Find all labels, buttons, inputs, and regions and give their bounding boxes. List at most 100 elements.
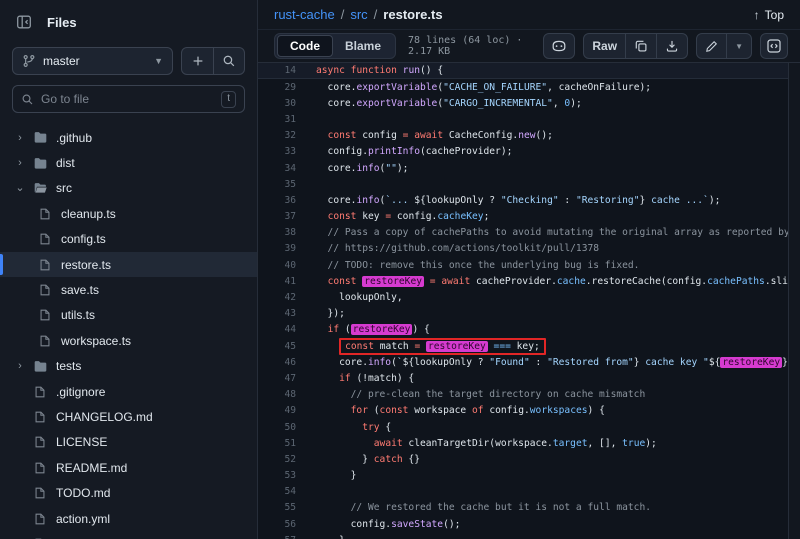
code-token: function (351, 65, 397, 76)
top-label: Top (765, 8, 784, 22)
search-tree-button[interactable] (213, 48, 244, 74)
tree-file-config-ts[interactable]: config.ts (0, 227, 257, 252)
highlighted-symbol[interactable]: restoreKey (362, 276, 424, 287)
tree-file-package-lock-json[interactable]: package-lock.json (0, 531, 257, 539)
code-token: core. (316, 98, 356, 109)
line-number[interactable]: 39 (258, 243, 304, 254)
download-button[interactable] (656, 34, 687, 58)
line-number[interactable]: 42 (258, 292, 304, 303)
tree-folder-src[interactable]: ⌄src (0, 176, 257, 201)
chevron-right-icon[interactable]: › (14, 133, 26, 143)
tree-folder--github[interactable]: ›.github (0, 125, 257, 150)
raw-copy-download-group: Raw (583, 33, 688, 59)
pencil-icon (705, 40, 718, 53)
code-token: } (782, 357, 788, 368)
symbols-icon (766, 38, 782, 54)
tree-file-todo-md[interactable]: TODO.md (0, 480, 257, 505)
edit-dropdown-button[interactable]: ▼ (726, 34, 751, 58)
chevron-right-icon[interactable]: › (14, 361, 26, 371)
line-number[interactable]: 30 (258, 98, 304, 109)
tab-blame[interactable]: Blame (333, 35, 393, 57)
breadcrumb-item-src[interactable]: src (350, 7, 367, 22)
line-number[interactable]: 44 (258, 324, 304, 335)
sticky-context-line: 14async function run() { (258, 63, 788, 79)
breadcrumb-item-rust-cache[interactable]: rust-cache (274, 7, 335, 22)
line-number[interactable]: 34 (258, 163, 304, 174)
line-number[interactable]: 40 (258, 260, 304, 271)
code-line-content: core.exportVariable("CARGO_INCREMENTAL",… (316, 98, 582, 109)
add-file-button[interactable] (182, 48, 213, 74)
line-number[interactable]: 38 (258, 227, 304, 238)
line-number[interactable]: 57 (258, 535, 304, 539)
code-token: new (518, 130, 535, 141)
code-token: config. (484, 405, 530, 416)
line-number[interactable]: 43 (258, 308, 304, 319)
code-token: CacheConfig. (443, 130, 518, 141)
line-number[interactable]: 31 (258, 114, 304, 125)
edit-file-button[interactable] (697, 34, 726, 58)
code-token: ) { (412, 324, 429, 335)
code-token: target (553, 438, 588, 449)
code-blame-tabs: CodeBlame (274, 33, 396, 59)
line-number[interactable]: 50 (258, 422, 304, 433)
code-token: } (316, 470, 356, 481)
line-number[interactable]: 33 (258, 146, 304, 157)
line-number[interactable]: 41 (258, 276, 304, 287)
line-number[interactable]: 56 (258, 519, 304, 530)
highlighted-symbol[interactable]: restoreKey (720, 357, 782, 368)
line-number[interactable]: 48 (258, 389, 304, 400)
tree-file-license[interactable]: LICENSE (0, 430, 257, 455)
code-token: (cacheProvider); (420, 146, 512, 157)
highlighted-symbol[interactable]: restoreKey (351, 324, 413, 335)
tree-folder-tests[interactable]: ›tests (0, 354, 257, 379)
line-number[interactable]: 52 (258, 454, 304, 465)
branch-row: master ▼ (0, 43, 257, 75)
line-number[interactable]: 32 (258, 130, 304, 141)
raw-button[interactable]: Raw (584, 34, 625, 58)
download-icon (665, 39, 679, 53)
line-number[interactable]: 45 (258, 341, 304, 352)
code-token (316, 211, 328, 222)
tree-file-restore-ts[interactable]: restore.ts (0, 252, 257, 277)
code-lines: 29 core.exportVariable("CACHE_ON_FAILURE… (258, 79, 788, 539)
line-number[interactable]: 37 (258, 211, 304, 222)
line-number[interactable]: 14 (258, 65, 304, 76)
collapse-sidebar-button[interactable] (10, 9, 38, 35)
line-number[interactable]: 55 (258, 502, 304, 513)
copy-raw-button[interactable] (625, 34, 656, 58)
tree-file-changelog-md[interactable]: CHANGELOG.md (0, 404, 257, 429)
code-token: (); (443, 519, 460, 530)
code-line: 53 } (258, 468, 788, 484)
tree-file-save-ts[interactable]: save.ts (0, 277, 257, 302)
go-to-file-input[interactable] (41, 92, 214, 106)
chevron-right-icon[interactable]: › (14, 158, 26, 168)
tree-file-utils-ts[interactable]: utils.ts (0, 303, 257, 328)
tree-file-readme-md[interactable]: README.md (0, 455, 257, 480)
line-number[interactable]: 51 (258, 438, 304, 449)
tree-file-action-yml[interactable]: action.yml (0, 506, 257, 531)
code-token: const (328, 211, 357, 222)
line-number[interactable]: 35 (258, 179, 304, 190)
line-number[interactable]: 49 (258, 405, 304, 416)
line-number[interactable]: 54 (258, 486, 304, 497)
tab-code[interactable]: Code (277, 35, 333, 57)
branch-selector[interactable]: master ▼ (12, 47, 173, 75)
back-to-top-link[interactable]: ↑ Top (754, 8, 784, 22)
code-line-content: } (316, 470, 356, 481)
line-number[interactable]: 47 (258, 373, 304, 384)
line-number[interactable]: 36 (258, 195, 304, 206)
highlighted-symbol[interactable]: restoreKey (426, 341, 488, 352)
copilot-button[interactable] (543, 33, 575, 59)
line-number[interactable]: 46 (258, 357, 304, 368)
tree-folder-dist[interactable]: ›dist (0, 150, 257, 175)
tree-file-cleanup-ts[interactable]: cleanup.ts (0, 201, 257, 226)
code-token (316, 373, 339, 384)
code-token: }); (316, 308, 345, 319)
symbols-panel-button[interactable] (760, 33, 788, 59)
chevron-down-icon[interactable]: ⌄ (14, 183, 26, 193)
tree-file-workspace-ts[interactable]: workspace.ts (0, 328, 257, 353)
line-number[interactable]: 29 (258, 82, 304, 93)
line-number[interactable]: 53 (258, 470, 304, 481)
code-token: "CACHE_ON_FAILURE" (443, 82, 547, 93)
tree-file--gitignore[interactable]: .gitignore (0, 379, 257, 404)
